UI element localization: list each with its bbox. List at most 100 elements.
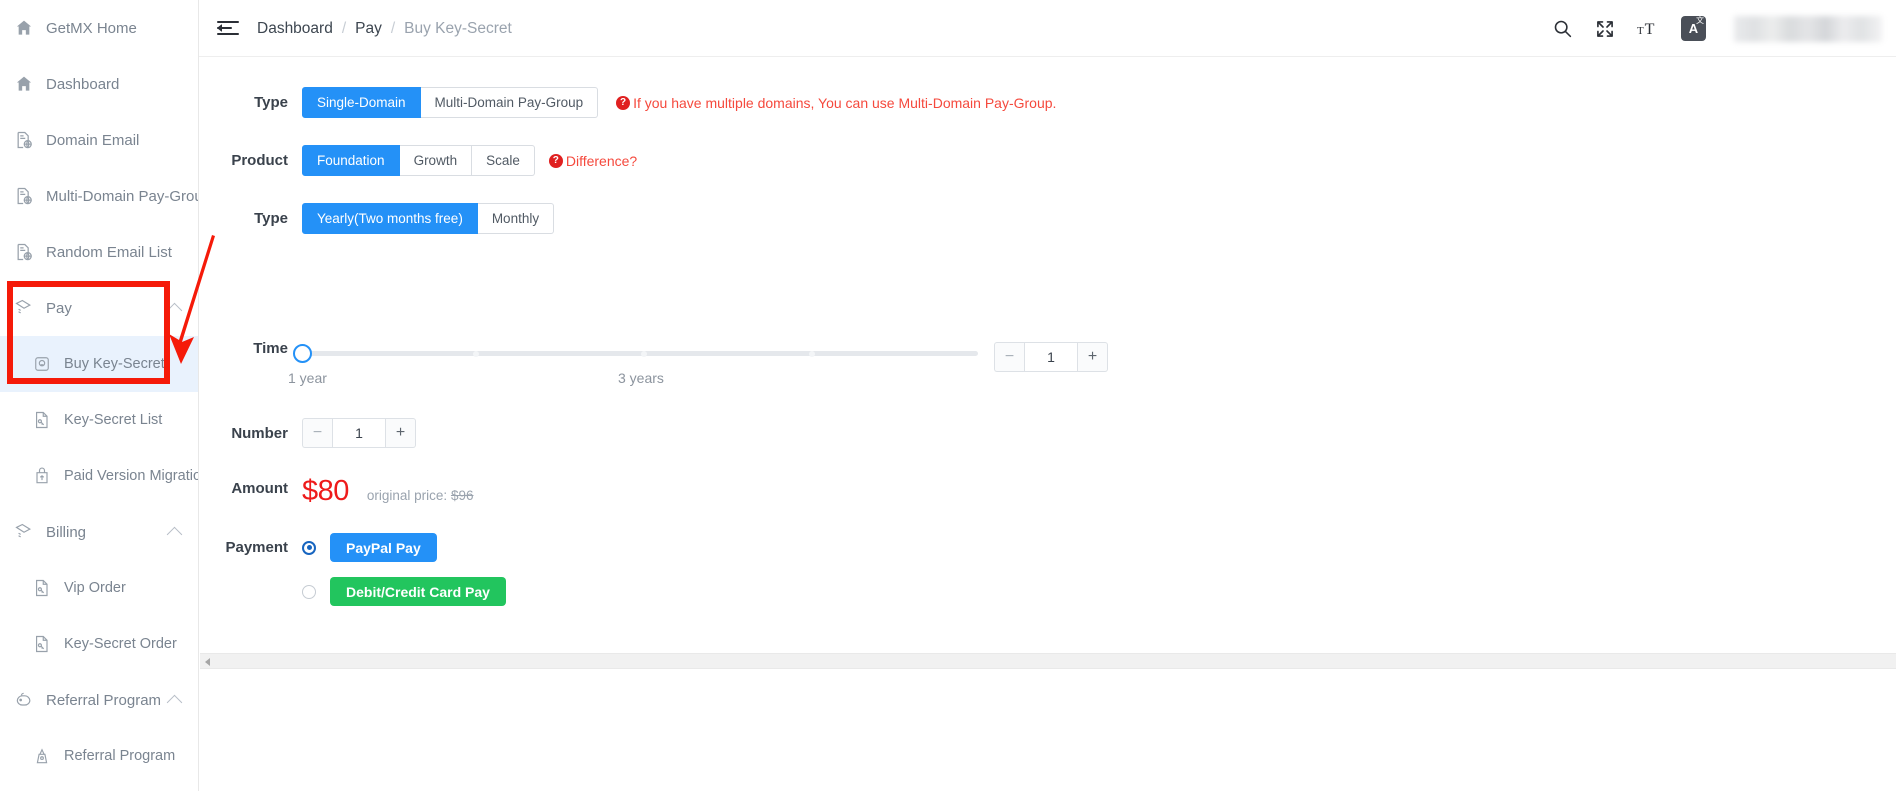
product-segmented: Foundation Growth Scale: [302, 145, 535, 176]
product-difference-text: Difference?: [565, 152, 638, 169]
sidebar-item-vip-order[interactable]: Vip Order: [0, 560, 198, 616]
slider-mark: [641, 350, 647, 357]
sidebar-item-label: Key-Secret List: [64, 411, 163, 428]
user-account-area[interactable]: [1734, 15, 1882, 42]
row-amount: Amount $80 original price: $96: [214, 475, 473, 508]
original-price-label: original price:: [366, 488, 448, 503]
tag-icon: [14, 522, 34, 542]
row-label-payment: Payment: [225, 539, 288, 556]
question-mark-icon: ?: [616, 95, 631, 110]
bag-upload-icon: [32, 466, 52, 486]
row-number: Number − 1 +: [214, 418, 416, 448]
sidebar-item-domain-email[interactable]: Domain Email: [0, 112, 198, 168]
time-value-input[interactable]: 1: [1024, 342, 1078, 372]
radio-debit-credit-card[interactable]: [302, 584, 316, 599]
breadcrumb-item-dashboard[interactable]: Dashboard: [257, 20, 333, 38]
sidebar-item-referred-user-list[interactable]: Referred User List: [0, 784, 198, 791]
time-decrement-button[interactable]: −: [994, 342, 1024, 372]
slider-handle[interactable]: [293, 344, 312, 363]
number-stepper: − 1 +: [302, 418, 416, 448]
question-mark-icon: ?: [548, 153, 563, 168]
breadcrumb-item-pay[interactable]: Pay: [355, 20, 382, 38]
row-payment-paypal: Payment PayPal Pay: [214, 533, 437, 562]
sidebar-collapse-icon[interactable]: [217, 18, 239, 38]
seg-multi-domain-pay-group[interactable]: Multi-Domain Pay-Group: [420, 87, 599, 118]
breadcrumb: Dashboard / Pay / Buy Key-Secret: [257, 0, 512, 57]
row-label-time: Time: [253, 340, 288, 357]
horizontal-scrollbar[interactable]: [200, 653, 1896, 669]
domain-type-hint[interactable]: ? If you have multiple domains, You can …: [616, 95, 1056, 111]
domain-type-segmented: Single-Domain Multi-Domain Pay-Group: [302, 87, 599, 118]
translate-icon[interactable]: A 文: [1681, 16, 1706, 41]
slider-label-mid: 3 years: [618, 370, 664, 386]
chevron-up-icon[interactable]: [166, 694, 183, 711]
sidebar-item-label: Random Email List: [46, 243, 172, 261]
row-label-type: Type: [254, 94, 288, 111]
sidebar-item-key-secret-order[interactable]: Key-Secret Order: [0, 616, 198, 672]
sidebar-item-getmx-home[interactable]: GetMX Home: [0, 0, 198, 56]
breadcrumb-item-buy-key-secret: Buy Key-Secret: [404, 19, 512, 37]
sidebar-group-billing[interactable]: Billing: [0, 504, 198, 560]
breadcrumb-separator: /: [390, 19, 396, 37]
gift-bag-icon: [32, 746, 52, 766]
seg-growth[interactable]: Growth: [399, 145, 473, 176]
scroll-left-arrow-icon[interactable]: [205, 658, 210, 666]
sidebar-item-label: Key-Secret Order: [64, 635, 177, 652]
amount-original-price: original price: $96: [367, 488, 474, 503]
time-increment-button[interactable]: +: [1078, 342, 1108, 372]
globe-doc-icon: [14, 186, 34, 206]
seg-single-domain[interactable]: Single-Domain: [302, 87, 421, 118]
safe-box-icon: [32, 354, 52, 374]
sidebar-group-referral-program[interactable]: Referral Program: [0, 672, 198, 728]
product-difference-link[interactable]: ? Difference?: [548, 152, 638, 169]
svg-text:T: T: [1637, 25, 1644, 37]
row-billing-cycle: Type Yearly(Two months free) Monthly: [214, 203, 555, 234]
translate-sub-glyph: 文: [1696, 16, 1704, 25]
amount-price: $80: [302, 475, 349, 507]
sidebar-item-paid-version-migration[interactable]: Paid Version Migration: [0, 448, 198, 504]
sidebar-item-referral-program[interactable]: Referral Program: [0, 728, 198, 784]
font-size-icon[interactable]: T T: [1637, 19, 1659, 39]
sidebar-item-dashboard[interactable]: Dashboard: [0, 56, 198, 112]
number-value-input[interactable]: 1: [332, 418, 386, 448]
sidebar-item-multi-domain-pay-group[interactable]: Multi-Domain Pay-Group: [0, 168, 198, 224]
chevron-up-icon[interactable]: [166, 302, 183, 319]
sidebar-item-label: Paid Version Migration: [64, 467, 199, 484]
sidebar-item-label: Referral Program: [64, 747, 176, 764]
paypal-pay-button[interactable]: PayPal Pay: [330, 533, 437, 562]
sidebar-group-label: Pay: [46, 299, 72, 317]
sidebar-item-random-email-list[interactable]: Random Email List: [0, 224, 198, 280]
doc-key-icon: [32, 634, 52, 654]
seg-foundation[interactable]: Foundation: [302, 145, 400, 176]
sidebar-group-label: Referral Program: [46, 691, 162, 709]
sidebar-item-label: Domain Email: [46, 131, 140, 149]
original-price-value: $96: [450, 488, 474, 503]
debit-credit-card-pay-button[interactable]: Debit/Credit Card Pay: [330, 577, 506, 606]
sidebar-item-label: Buy Key-Secret: [64, 355, 165, 372]
tag-icon: [14, 298, 34, 318]
time-slider[interactable]: 1 year 3 years: [288, 343, 978, 386]
sidebar-item-key-secret-list[interactable]: Key-Secret List: [0, 392, 198, 448]
sidebar-group-pay[interactable]: Pay: [0, 280, 198, 336]
seg-yearly[interactable]: Yearly(Two months free): [302, 203, 478, 234]
row-payment-card: Debit/Credit Card Pay: [214, 577, 506, 606]
radio-paypal[interactable]: [302, 540, 316, 555]
sidebar-item-label: Dashboard: [46, 75, 120, 93]
search-icon[interactable]: [1552, 18, 1573, 39]
doc-key-icon: [32, 410, 52, 430]
seg-monthly[interactable]: Monthly: [477, 203, 555, 234]
sidebar-item-label: GetMX Home: [46, 19, 137, 37]
home-icon: [14, 18, 34, 38]
home-icon: [14, 74, 34, 94]
fullscreen-icon[interactable]: [1595, 19, 1615, 39]
svg-text:T: T: [1645, 21, 1655, 38]
domain-type-hint-text: If you have multiple domains, You can us…: [633, 94, 1057, 111]
slider-mark: [473, 350, 479, 357]
buy-key-secret-form: Type Single-Domain Multi-Domain Pay-Grou…: [200, 57, 1896, 657]
sidebar: GetMX Home Dashboard Domain Email Multi-…: [0, 0, 199, 791]
seg-scale[interactable]: Scale: [472, 145, 535, 176]
sidebar-item-buy-key-secret[interactable]: Buy Key-Secret: [0, 336, 198, 392]
number-increment-button[interactable]: +: [386, 418, 416, 448]
chevron-up-icon[interactable]: [166, 526, 183, 543]
number-decrement-button[interactable]: −: [302, 418, 332, 448]
